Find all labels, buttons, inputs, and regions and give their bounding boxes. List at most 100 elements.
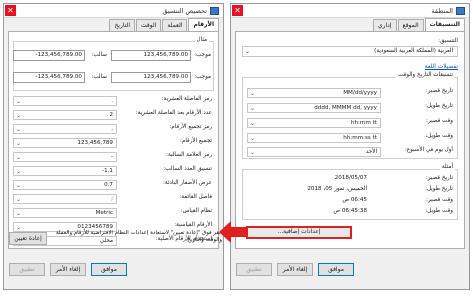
right-button-row: تطبيق إلغاء الأمر موافق xyxy=(236,263,354,276)
setting-row-decimal-symbol: رمز الفاصلة العشرية: ⌄. xyxy=(13,95,212,107)
setting-label: عرض الأصفار البادئة: xyxy=(162,180,212,186)
decimal-symbol-select[interactable]: ⌄. xyxy=(13,96,117,106)
reset-button[interactable]: إعادة تعيين xyxy=(9,232,47,245)
negative-example-2: -123,456,789.00 xyxy=(13,72,85,83)
chevron-down-icon: ⌄ xyxy=(250,120,256,127)
setting-label: فاصل القائمة: xyxy=(179,194,212,200)
format-value: العربية (المملكة العربية السعودية) xyxy=(374,48,453,54)
dialog-title: المنطقة xyxy=(431,6,453,15)
field-label: وقت قصير: xyxy=(426,118,453,124)
select-value: Metric xyxy=(95,210,113,216)
date-time-header: تنسيقات التاريخ والوقت xyxy=(396,72,455,78)
setting-row-grouping-symbol: رمز تجميع الأرقام: ⌄, xyxy=(13,123,212,135)
chevron-down-icon: ⌄ xyxy=(16,224,22,231)
close-icon[interactable]: ✕ xyxy=(232,5,243,16)
setting-label: عدد الأرقام بعد الفاصلة العشرية: xyxy=(135,110,212,116)
short-time-row: وقت قصير: ⌄ hh:mm tt xyxy=(247,117,453,129)
example-value: 06:45:38 ص xyxy=(333,208,367,214)
first-day-select[interactable]: ⌄ الأحد xyxy=(247,147,381,157)
setting-label: رمز الفاصلة العشرية: xyxy=(161,96,212,102)
ok-button[interactable]: موافق xyxy=(91,263,127,276)
measurement-select[interactable]: ⌄ Metric xyxy=(13,208,117,218)
tab-location[interactable]: الموقع xyxy=(397,19,424,31)
tab-date[interactable]: التاريخ xyxy=(109,19,136,31)
cancel-button[interactable]: إلغاء الأمر xyxy=(50,263,86,276)
chevron-down-icon: ⌄ xyxy=(16,196,22,203)
chevron-down-icon: ⌄ xyxy=(245,48,251,55)
long-date-select[interactable]: ⌄ dddd, MMMM dd, yyyy xyxy=(247,103,381,113)
long-date-row: تاريخ طويل: ⌄ dddd, MMMM dd, yyyy xyxy=(247,102,453,114)
list-separator-select[interactable]: ⌄; xyxy=(13,194,117,204)
red-arrow-icon xyxy=(219,221,248,243)
setting-row-negative-sign: رمز العلامة السالبة: ⌄ - xyxy=(13,151,212,163)
negative-label: سالب: xyxy=(91,74,107,80)
chevron-down-icon: ⌄ xyxy=(16,210,22,217)
numbers-panel: مثال موجب: 123,456,789.00 سالب: -123,456… xyxy=(8,31,219,249)
tab-time[interactable]: الوقت xyxy=(136,19,162,31)
negative-sign-select[interactable]: ⌄ - xyxy=(13,152,117,162)
long-time-select[interactable]: ⌄ hh:mm:ss tt xyxy=(247,133,381,143)
setting-row-leading-zeros: عرض الأصفار البادئة: ⌄ 0.7 xyxy=(13,179,212,191)
format-tabs: الأرقام العملة الوقت التاريخ xyxy=(109,18,219,31)
long-time-row: وقت طويل: ⌄ hh:mm:ss tt xyxy=(247,132,453,144)
setting-row-digit-grouping: تجميع الأرقام: ⌄ 123,456,789 xyxy=(13,137,212,149)
select-value: MM/dd/yyyy xyxy=(343,90,377,96)
chevron-down-icon: ⌄ xyxy=(16,168,22,175)
select-value: , xyxy=(111,126,113,132)
formats-panel: التنسيق: ⌄ العربية (المملكة العربية السع… xyxy=(235,31,465,249)
tab-formats[interactable]: التنسيقات xyxy=(424,18,465,31)
region-titlebar: المنطقة ✕ xyxy=(231,4,469,18)
example-group: مثال موجب: 123,456,789.00 سالب: -123,456… xyxy=(13,37,214,91)
close-icon[interactable]: ✕ xyxy=(5,5,16,16)
reset-note: انقر فوق "إعادة تعيين" لاستعادة إعدادات … xyxy=(55,230,222,243)
field-label: تاريخ قصير: xyxy=(425,88,453,94)
chevron-down-icon: ⌄ xyxy=(16,112,22,119)
setting-row-decimal-digits: عدد الأرقام بعد الفاصلة العشرية: ⌄ 2 xyxy=(13,109,212,121)
apply-button[interactable]: تطبيق xyxy=(236,263,272,276)
setting-label: الأرقام القياسية: xyxy=(174,222,212,228)
language-preferences-link[interactable]: تفضيلات اللغة xyxy=(425,64,458,70)
tab-administrative[interactable]: إداري xyxy=(372,19,397,31)
digit-grouping-select[interactable]: ⌄ 123,456,789 xyxy=(13,138,117,148)
chevron-down-icon: ⌄ xyxy=(16,154,22,161)
example-label: تاريخ طويل: xyxy=(425,186,453,192)
chevron-down-icon: ⌄ xyxy=(250,90,256,97)
select-value: ; xyxy=(111,196,113,202)
cancel-button[interactable]: إلغاء الأمر xyxy=(277,263,313,276)
leading-zeros-select[interactable]: ⌄ 0.7 xyxy=(13,180,117,190)
short-time-select[interactable]: ⌄ hh:mm tt xyxy=(247,118,381,128)
format-select[interactable]: ⌄ العربية (المملكة العربية السعودية) xyxy=(242,46,458,57)
negative-format-select[interactable]: ⌄ -1.1 xyxy=(13,166,117,176)
apply-button[interactable]: تطبيق xyxy=(9,263,45,276)
chevron-down-icon: ⌄ xyxy=(16,182,22,189)
select-value: -1.1 xyxy=(102,168,113,174)
field-label: تاريخ طويل: xyxy=(425,103,453,109)
select-value: 0.7 xyxy=(104,182,113,188)
additional-settings-button[interactable]: إعدادات إضافية... xyxy=(246,226,352,239)
left-button-row: تطبيق إلغاء الأمر موافق xyxy=(9,263,127,276)
negative-label: سالب: xyxy=(91,52,107,58)
chevron-down-icon: ⌄ xyxy=(16,126,22,133)
decimal-digits-select[interactable]: ⌄ 2 xyxy=(13,110,117,120)
positive-label: موجب: xyxy=(194,74,211,80)
short-date-select[interactable]: ⌄ MM/dd/yyyy xyxy=(247,88,381,98)
chevron-down-icon: ⌄ xyxy=(16,98,22,105)
ok-button[interactable]: موافق xyxy=(318,263,354,276)
window-icon xyxy=(210,6,219,15)
grouping-symbol-select[interactable]: ⌄, xyxy=(13,124,117,134)
positive-label: موجب: xyxy=(194,52,211,58)
example-label: وقت قصير: xyxy=(426,197,453,203)
tab-currency[interactable]: العملة xyxy=(162,19,188,31)
chevron-down-icon: ⌄ xyxy=(250,135,256,142)
setting-row-measurement: نظام القياس: ⌄ Metric xyxy=(13,207,212,219)
dialog-title: تخصيص التنسيق xyxy=(162,6,207,15)
select-value: hh:mm:ss tt xyxy=(343,135,377,141)
date-time-formats-group: تنسيقات التاريخ والوقت تاريخ قصير: ⌄ MM/d… xyxy=(242,72,458,159)
example-label: تاريخ قصير: xyxy=(425,175,453,181)
setting-label: تجميع الأرقام: xyxy=(179,138,212,144)
select-value: . xyxy=(111,98,113,104)
region-tabs: التنسيقات الموقع إداري xyxy=(372,18,465,31)
examples-legend: أمثلة xyxy=(439,164,455,170)
example-value: الخميس، تموز 05، 2018 xyxy=(307,186,367,192)
tab-numbers[interactable]: الأرقام xyxy=(188,18,219,31)
